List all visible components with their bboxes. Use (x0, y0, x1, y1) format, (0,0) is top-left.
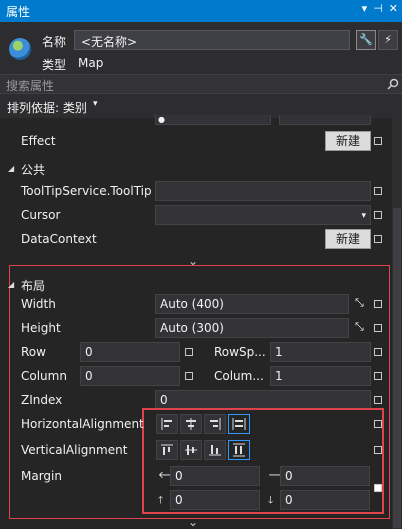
properties-wrench-icon[interactable]: 🔧 (356, 30, 376, 50)
margin-left-field[interactable]: 0 (170, 466, 260, 486)
search-input[interactable]: 搜索属性 (6, 77, 54, 94)
halign-left-icon[interactable] (156, 414, 178, 434)
row-advanced-marker[interactable] (185, 348, 193, 356)
valign-center-icon[interactable] (180, 440, 202, 460)
effect-new-button[interactable]: 新建 (325, 131, 371, 151)
valign-bottom-icon[interactable] (204, 440, 226, 460)
title-buttons: ▾ ⊣ ✕ (362, 2, 398, 15)
halign-right-icon[interactable] (204, 414, 226, 434)
scrollbar-thumb[interactable] (393, 208, 401, 528)
cut-off-field-left[interactable] (155, 115, 271, 125)
datacontext-advanced-marker[interactable] (374, 235, 382, 243)
cursor-advanced-marker[interactable] (374, 211, 382, 219)
column-label: Column (21, 369, 67, 383)
halign-center-icon[interactable] (180, 414, 202, 434)
columnspan-field[interactable]: 1 (270, 366, 371, 386)
zindex-label: ZIndex (21, 393, 63, 407)
tooltip-advanced-marker[interactable] (374, 187, 382, 195)
halign-stretch-icon[interactable] (228, 414, 250, 434)
row-field[interactable]: 0 (80, 342, 180, 362)
halign-label: HorizontalAlignment (21, 417, 144, 431)
cut-off-field-right[interactable] (279, 115, 371, 125)
margin-advanced-marker[interactable] (374, 484, 382, 492)
name-label: 名称 (42, 35, 67, 49)
rowspan-label: RowSp... (214, 345, 266, 359)
zindex-field[interactable]: 0 (155, 390, 371, 410)
row-label: Row (21, 345, 46, 359)
valign-group (156, 440, 252, 463)
valign-stretch-icon[interactable] (228, 440, 250, 460)
dropdown-icon[interactable]: ▾ (362, 2, 368, 15)
type-label: 类型 (42, 58, 67, 72)
valign-top-icon[interactable] (156, 440, 178, 460)
rowspan-advanced-marker[interactable] (374, 348, 382, 356)
tooltip-label: ToolTipService.ToolTip (21, 184, 152, 198)
halign-advanced-marker[interactable] (374, 420, 382, 428)
margin-top-arrow-icon: 🡑 (158, 495, 164, 506)
cursor-label: Cursor (21, 208, 61, 222)
zindex-advanced-marker[interactable] (374, 396, 382, 404)
pin-icon[interactable]: ⊣ (373, 2, 383, 15)
name-field[interactable]: <无名称> (74, 30, 350, 50)
search-bar[interactable]: 搜索属性 (0, 74, 402, 94)
panel-title: 属性 (6, 5, 31, 19)
events-lightning-icon[interactable]: ⚡ (378, 30, 398, 50)
tooltip-field[interactable] (155, 181, 371, 201)
close-icon[interactable]: ✕ (389, 2, 398, 15)
common-section-title[interactable]: 公共 (21, 161, 45, 178)
halign-group (156, 414, 252, 437)
width-advanced-marker[interactable] (374, 300, 382, 308)
layout-collapse-icon[interactable]: ◢ (8, 280, 14, 289)
effect-label: Effect (21, 134, 56, 148)
margin-right-field[interactable]: 0 (280, 466, 370, 486)
common-collapse-icon[interactable]: ◢ (8, 164, 14, 173)
sort-chevron-icon[interactable]: ▾ (93, 99, 98, 109)
datacontext-new-button[interactable]: 新建 (325, 229, 371, 249)
height-label: Height (21, 321, 61, 335)
map-object-icon (9, 38, 31, 60)
rowspan-field[interactable]: 1 (270, 342, 371, 362)
margin-label: Margin (21, 469, 62, 483)
height-advanced-marker[interactable] (374, 324, 382, 332)
height-auto-icon[interactable]: ⤡ (355, 320, 364, 334)
valign-label: VerticalAlignment (21, 443, 128, 457)
width-label: Width (21, 297, 56, 311)
columnspan-advanced-marker[interactable] (374, 372, 382, 380)
layout-expand-chevron-icon[interactable]: ⌄ (188, 515, 198, 529)
cut-off-arrow-icon: ● (158, 115, 165, 124)
margin-bottom-field[interactable]: 0 (280, 490, 370, 510)
object-header: 名称 <无名称> 🔧 ⚡ 类型 Map (0, 22, 402, 74)
column-advanced-marker[interactable] (185, 372, 193, 380)
cursor-dropdown-icon[interactable]: ▾ (361, 208, 366, 224)
type-value: Map (78, 56, 104, 70)
width-field[interactable]: Auto (400) (155, 294, 349, 314)
height-field[interactable]: Auto (300) (155, 318, 349, 338)
vertical-scrollbar[interactable] (392, 118, 402, 529)
sort-dropdown[interactable]: 排列依据: 类别 (7, 99, 87, 116)
datacontext-label: DataContext (21, 232, 97, 246)
width-auto-icon[interactable]: ⤡ (355, 296, 364, 310)
layout-section-title[interactable]: 布局 (21, 277, 45, 294)
effect-advanced-marker[interactable] (374, 137, 382, 145)
column-field[interactable]: 0 (80, 366, 180, 386)
valign-advanced-marker[interactable] (374, 446, 382, 454)
search-icon[interactable] (387, 78, 399, 90)
margin-top-field[interactable]: 0 (170, 490, 260, 510)
margin-bottom-arrow-icon: 🡓 (268, 495, 274, 506)
panel-title-bar: 属性 ▾ ⊣ ✕ (0, 0, 402, 22)
columnspan-label: Colum... (214, 369, 264, 383)
cursor-select[interactable]: ▾ (155, 205, 371, 225)
